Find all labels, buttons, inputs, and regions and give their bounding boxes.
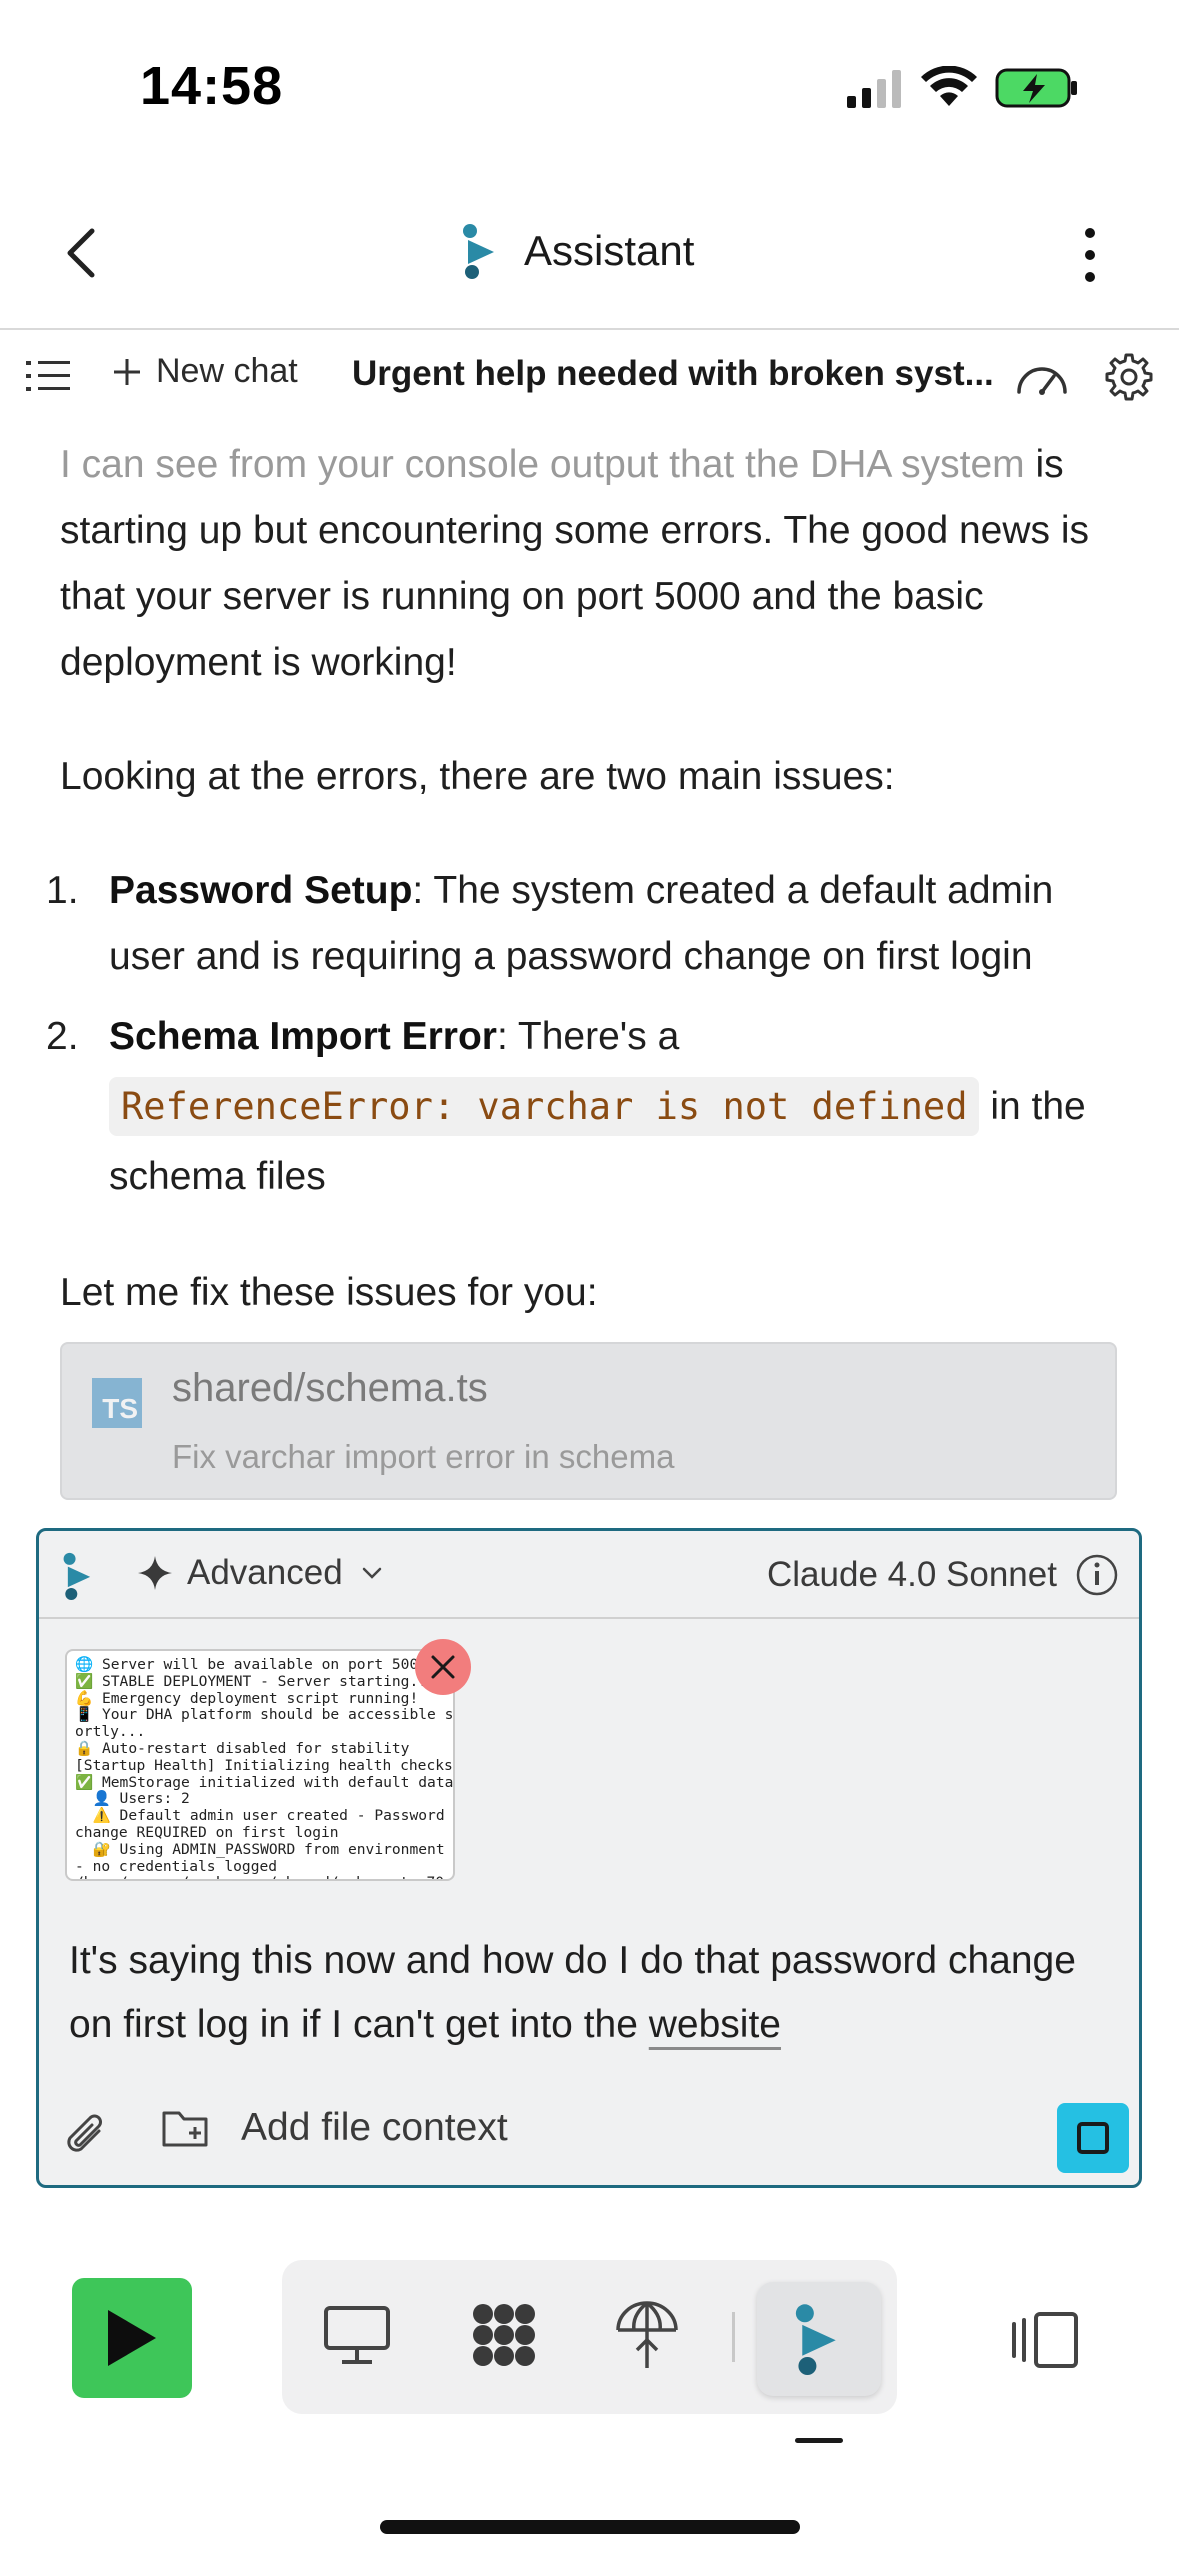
dock-assistant-active[interactable]: [757, 2282, 881, 2396]
list-number: 2.: [46, 1015, 79, 1058]
tool-dock: [282, 2260, 897, 2414]
mode-label: Advanced: [187, 1553, 343, 1592]
assistant-title: Assistant: [460, 222, 694, 280]
back-arrow-icon[interactable]: [62, 225, 102, 281]
status-time: 14:58: [140, 56, 284, 116]
assistant-logo-icon: [463, 224, 494, 279]
issues-list: 1. Password Setup: The system created a d…: [46, 858, 1140, 1212]
chat-toolbar: New chat Urgent help needed with broken …: [0, 332, 1179, 417]
info-icon[interactable]: [1075, 1553, 1119, 1597]
assistant-logo-icon: [795, 2304, 836, 2375]
dock-workflows[interactable]: [464, 2290, 544, 2380]
issue-title: Schema Import Error: [109, 1015, 497, 1058]
page-title: Assistant: [524, 227, 695, 274]
dock-deploy[interactable]: [607, 2290, 687, 2380]
remove-attachment-button[interactable]: [415, 1639, 471, 1695]
list-item: 1. Password Setup: The system created a d…: [46, 858, 1140, 990]
stop-generation-button[interactable]: [1057, 2103, 1129, 2173]
home-indicator: [380, 2520, 800, 2534]
play-icon: [108, 2310, 156, 2366]
active-tab-indicator: [795, 2438, 843, 2443]
dock-divider: [732, 2312, 735, 2362]
attach-paperclip-icon[interactable]: [63, 2111, 109, 2161]
model-selector[interactable]: Claude 4.0 Sonnet: [767, 1553, 1119, 1597]
cellular-signal-icon: [847, 70, 901, 108]
stop-icon: [1077, 2122, 1109, 2154]
new-chat-button[interactable]: New chat: [112, 352, 298, 391]
plus-icon: [114, 358, 140, 385]
sparkle-icon: [138, 1556, 172, 1590]
input-text-spellcheck: website: [648, 2003, 781, 2046]
chat-list-icon[interactable]: [26, 360, 70, 392]
typescript-file-icon: TS: [92, 1378, 142, 1428]
packages-grid-icon: [473, 2304, 535, 2366]
close-icon: [431, 1655, 455, 1679]
folder-plus-icon: [162, 2111, 208, 2147]
battery-charging-icon: [995, 68, 1077, 108]
add-file-context-button[interactable]: Add file context: [161, 2105, 508, 2151]
panels-toggle-icon[interactable]: [1010, 2310, 1082, 2370]
message-paragraph: Looking at the errors, there are two mai…: [60, 755, 895, 798]
more-options-icon[interactable]: [1074, 225, 1106, 285]
message-input[interactable]: It's saying this now and how do I do tha…: [69, 1929, 1109, 2057]
speedometer-icon[interactable]: [1014, 358, 1070, 398]
status-bar: 14:58: [0, 0, 1179, 175]
issue-text: : There's a: [496, 1015, 680, 1058]
composer-header: Advanced Claude 4.0 Sonnet: [39, 1531, 1139, 1619]
run-button[interactable]: [72, 2278, 192, 2398]
input-text: It's saying this now and how do I do tha…: [69, 1939, 1076, 2046]
message-composer: Advanced Claude 4.0 Sonnet 🌐 Server will…: [36, 1528, 1142, 2188]
list-number: 1.: [46, 869, 79, 912]
list-item: 2. Schema Import Error: There's a Referenc…: [46, 1002, 1140, 1212]
message-paragraph: I can see from your console output that …: [60, 432, 1140, 696]
assistant-logo-icon: [63, 1552, 91, 1600]
assistant-message: I can see from your console output that …: [46, 432, 1140, 1374]
mode-selector[interactable]: Advanced: [137, 1553, 383, 1593]
model-label: Claude 4.0 Sonnet: [767, 1555, 1057, 1594]
composer-footer: Add file context: [39, 2091, 1139, 2181]
wifi-icon: [921, 66, 977, 106]
faded-text: I can see from your console output that …: [60, 443, 1025, 486]
settings-gear-icon[interactable]: [1104, 352, 1154, 402]
attached-screenshot-thumbnail[interactable]: 🌐 Server will be available on port 5000 …: [65, 1649, 455, 1881]
issue-title: Password Setup: [109, 869, 413, 912]
file-change-description: Fix varchar import error in schema: [172, 1438, 675, 1475]
dock-preview[interactable]: [317, 2290, 397, 2380]
inline-code: ReferenceError: varchar is not defined: [109, 1077, 980, 1136]
chevron-down-icon: [362, 1567, 381, 1579]
file-change-card[interactable]: TS shared/schema.ts Fix varchar import e…: [60, 1342, 1117, 1500]
add-file-context-label: Add file context: [241, 2106, 508, 2149]
deploy-globe-icon: [616, 2301, 678, 2368]
chat-title[interactable]: Urgent help needed with broken syst...: [352, 354, 994, 394]
new-chat-label: New chat: [156, 352, 298, 390]
top-app-bar: Assistant: [0, 175, 1179, 330]
message-paragraph: Let me fix these issues for you:: [60, 1271, 598, 1314]
monitor-icon: [324, 2306, 390, 2364]
file-name: shared/schema.ts: [172, 1366, 488, 1410]
